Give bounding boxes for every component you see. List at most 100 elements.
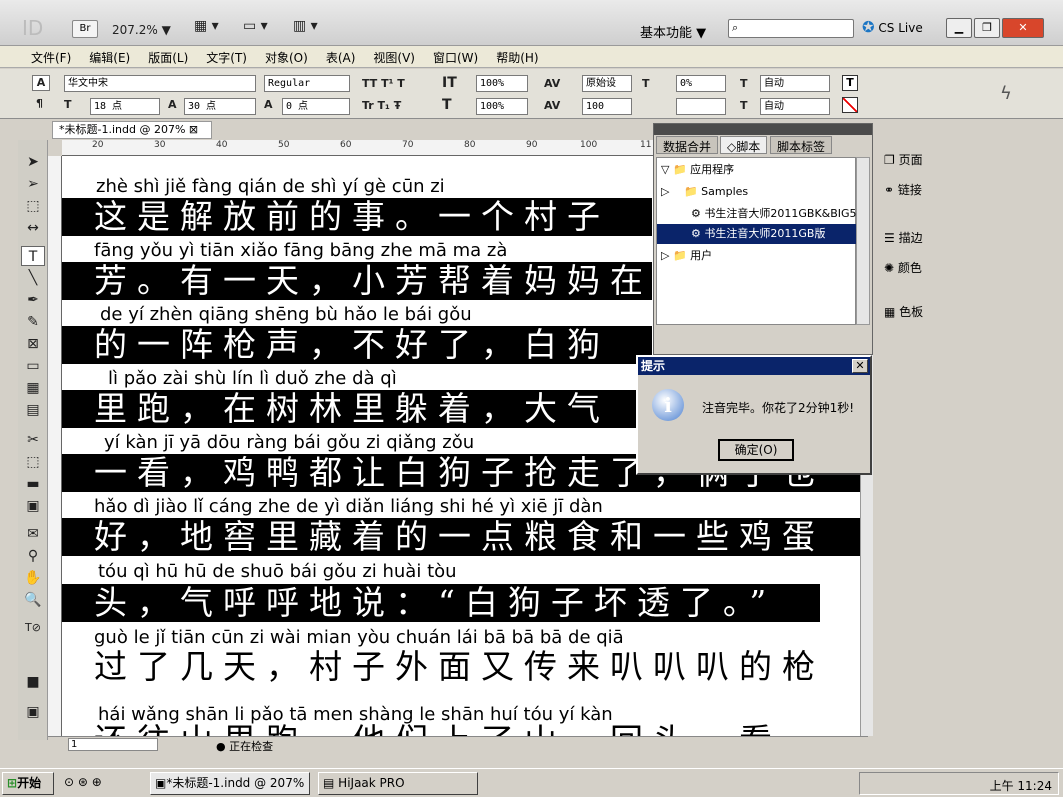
color-panel-button[interactable]: ✺ 颜色	[884, 259, 922, 276]
page-number-field[interactable]: 1	[68, 738, 158, 751]
tab-script-label[interactable]: 脚本标签	[770, 136, 833, 154]
script-tree: ▽ 📁 应用程序 ▷ 📁 Samples ⚙ 书生注音大师2011GBK&BIG…	[656, 157, 857, 325]
view-options-button[interactable]: ▦ ▾	[194, 18, 234, 40]
menu-view[interactable]: 视图(V)	[364, 46, 424, 67]
arrange-documents-button[interactable]: ▥ ▾	[293, 18, 333, 40]
pages-panel-button[interactable]: ❐ 页面	[884, 151, 923, 168]
document-tab[interactable]: *未标题-1.indd @ 207% ⊠	[52, 121, 212, 139]
type-tool-icon[interactable]: T	[21, 246, 45, 266]
tab-scripts[interactable]: ◇脚本	[720, 136, 768, 154]
close-button[interactable]: ✕	[1002, 18, 1044, 38]
font-size-field[interactable]: 18 点	[90, 98, 160, 115]
auto-field-1[interactable]: 自动	[760, 75, 830, 92]
dialog-close-button[interactable]: ✕	[852, 359, 868, 373]
leading-field[interactable]: 30 点	[184, 98, 256, 115]
small-caps-icon[interactable]: Tr T₁ Ŧ	[362, 99, 401, 112]
panel-titlebar[interactable]	[654, 124, 872, 135]
close-tab-icon[interactable]: ⊠	[189, 123, 198, 136]
skew-field[interactable]: 0%	[676, 75, 726, 92]
pinyin-line: zhè shì jiě fàng qián de shì yí gè cūn z…	[96, 176, 445, 197]
all-caps-icon[interactable]: TT T¹ T	[362, 77, 405, 90]
ok-button[interactable]: 确定(O)	[718, 439, 794, 461]
control-panel: A ¶ 华文中宋 Regular T 18 点 A 30 点 A 0 点 TT …	[0, 69, 1063, 119]
note-tool-icon[interactable]: ✉	[21, 524, 45, 544]
tab-data-merge[interactable]: 数据合并	[656, 136, 719, 154]
minimize-button[interactable]: ▁	[946, 18, 972, 38]
vertical-scale-field[interactable]: 100%	[476, 75, 528, 92]
fill-swatch-icon[interactable]: T	[842, 75, 858, 91]
tree-item-samples[interactable]: ▷ 📁 Samples	[657, 182, 857, 202]
grid-field[interactable]	[676, 98, 726, 115]
hand-tool-icon[interactable]: ✋	[21, 568, 45, 588]
gap-tool-icon[interactable]: ↔	[21, 218, 45, 238]
font-style-field[interactable]: Regular	[264, 75, 350, 92]
kerning-field[interactable]: 原始设	[582, 75, 632, 92]
menu-table[interactable]: 表(A)	[317, 46, 365, 67]
start-button[interactable]: ⊞开始	[2, 772, 54, 795]
menu-file[interactable]: 文件(F)	[22, 46, 80, 67]
menu-object[interactable]: 对象(O)	[256, 46, 317, 67]
pinyin-line: guò le jǐ tiān cūn zi wài mian yòu chuán…	[94, 627, 624, 648]
rectangle-frame-tool-icon[interactable]: ⊠	[21, 334, 45, 354]
restore-button[interactable]: ❐	[974, 18, 1000, 38]
horizontal-scale-field[interactable]: 100%	[476, 98, 528, 115]
pinyin-line: lì pǎo zài shù lín lì duǒ zhe dà qì	[108, 368, 397, 389]
eyedropper-tool-icon[interactable]: ⚲	[21, 546, 45, 566]
line-tool-icon[interactable]: ╲	[21, 268, 45, 288]
taskbar-item-indesign[interactable]: ▣*未标题-1.indd @ 207%	[150, 772, 310, 795]
ruler-label: 30	[154, 140, 166, 150]
menu-edit[interactable]: 编辑(E)	[80, 46, 139, 67]
gradient-tool-icon[interactable]: ▬	[21, 474, 45, 494]
rectangle-tool-icon[interactable]: ▭	[21, 356, 45, 376]
tracking-field[interactable]: 100	[582, 98, 632, 115]
screen-mode-button[interactable]: ▭ ▾	[243, 18, 283, 40]
search-input[interactable]: ⌕	[728, 19, 854, 38]
tree-scrollbar[interactable]	[856, 157, 870, 325]
menu-type[interactable]: 文字(T)	[197, 46, 256, 67]
font-family-field[interactable]: 华文中宋	[64, 75, 256, 92]
scripts-panel: 数据合并 ◇脚本 脚本标签 ▽ 📁 应用程序 ▷ 📁 Samples ⚙ 书生注…	[653, 123, 873, 355]
gradient-feather-tool-icon[interactable]: ▣	[21, 496, 45, 516]
scissors-tool-icon[interactable]: ✂	[21, 430, 45, 450]
normal-view-icon[interactable]: ■	[21, 672, 45, 692]
menu-help[interactable]: 帮助(H)	[487, 46, 547, 67]
dialog-title: 提示	[638, 357, 870, 375]
lightning-icon[interactable]: ϟ	[1000, 83, 1012, 104]
font-size-icon: T	[64, 98, 72, 111]
character-mode-icon[interactable]: A	[32, 75, 50, 91]
cs-live-icon: ✪	[862, 18, 875, 36]
workspace-switcher[interactable]: 基本功能 ▼	[640, 22, 706, 41]
tree-item-script-gb[interactable]: ⚙ 书生注音大师2011GB版	[657, 224, 857, 244]
bridge-button[interactable]: Br	[72, 20, 98, 38]
pencil-tool-icon[interactable]: ✎	[21, 312, 45, 332]
paragraph-mode-icon[interactable]: ¶	[36, 97, 43, 110]
tree-item-script-gbk[interactable]: ⚙ 书生注音大师2011GBK&BIG5	[657, 204, 857, 224]
baseline-shift-field[interactable]: 0 点	[282, 98, 350, 115]
stroke-panel-button[interactable]: ☰ 描边	[884, 229, 923, 246]
grid-tool-icon[interactable]: ▦	[21, 378, 45, 398]
auto-field-2[interactable]: 自动	[760, 98, 830, 115]
tree-item-application[interactable]: ▽ 📁 应用程序	[657, 160, 857, 180]
preview-mode-icon[interactable]: ▣	[21, 702, 45, 722]
free-transform-tool-icon[interactable]: ⬚	[21, 452, 45, 472]
zoom-level-dropdown[interactable]: 207.2% ▼	[112, 23, 171, 37]
taskbar-item-hijaak[interactable]: ▤ HiJaak PRO	[318, 772, 478, 795]
stroke-swatch-icon[interactable]	[842, 97, 858, 113]
links-panel-button[interactable]: ⚭ 链接	[884, 181, 922, 198]
zoom-tool-icon[interactable]: 🔍	[21, 590, 45, 610]
horizontal-scrollbar[interactable]	[48, 752, 1048, 766]
frame-grid-tool-icon[interactable]: ▤	[21, 400, 45, 420]
ruler-label: 40	[216, 140, 228, 150]
selection-tool-icon[interactable]: ➤	[21, 152, 45, 172]
page-tool-icon[interactable]: ⬚	[21, 196, 45, 216]
direct-selection-tool-icon[interactable]: ➢	[21, 174, 45, 194]
pen-tool-icon[interactable]: ✒	[21, 290, 45, 310]
menu-layout[interactable]: 版面(L)	[139, 46, 197, 67]
fill-stroke-swatch-icon[interactable]: T⊘	[21, 618, 45, 638]
cs-live-button[interactable]: ✪ CS Live	[862, 18, 923, 36]
swatches-panel-button[interactable]: ▦ 色板	[884, 303, 923, 320]
hanzi-line: 这是解放前的事。一个村子	[62, 198, 652, 236]
hanzi-line: 芳。有一天，小芳帮着妈妈在	[62, 262, 652, 300]
tree-item-user[interactable]: ▷ 📁 用户	[657, 246, 857, 266]
menu-window[interactable]: 窗口(W)	[424, 46, 487, 67]
